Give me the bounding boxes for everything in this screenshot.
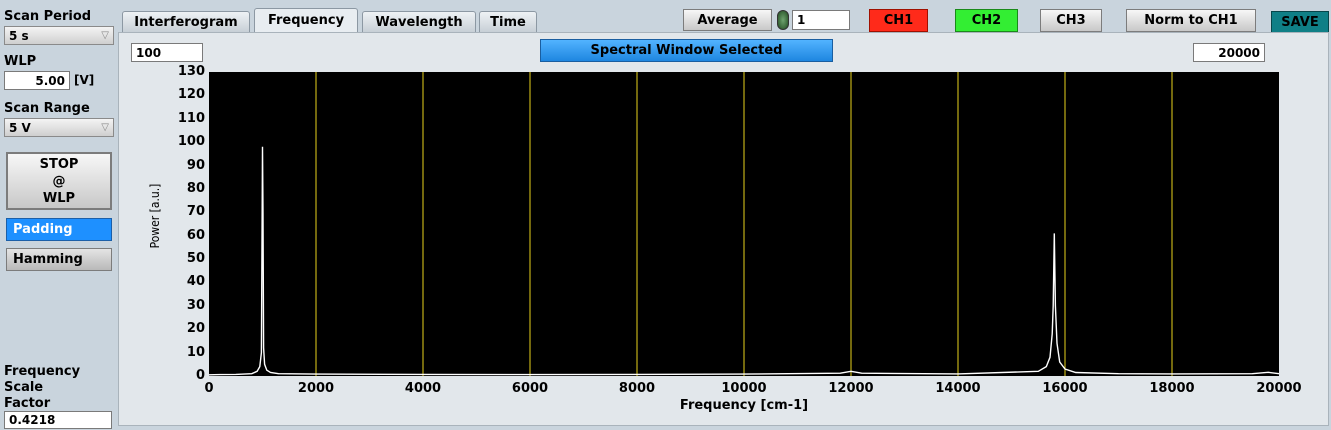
y-tick-label: 70 — [186, 204, 205, 220]
ch2-button[interactable]: CH2 — [955, 9, 1018, 32]
ch3-label: CH3 — [1056, 13, 1086, 28]
padding-label: Padding — [13, 222, 73, 237]
hamming-toggle[interactable]: Hamming — [6, 248, 112, 271]
scan-range-value: 5 V — [9, 120, 31, 135]
x-tick-label: 12000 — [828, 381, 874, 396]
wlp-button-label: WLP — [42, 190, 76, 206]
average-button[interactable]: Average — [683, 9, 772, 31]
x-tick-label: 20000 — [1256, 381, 1302, 396]
y-tick-label: 90 — [186, 157, 205, 173]
freq-scale-input[interactable]: 0.4218 — [4, 411, 112, 429]
average-label: Average — [697, 12, 758, 28]
y-tick-label: 20 — [186, 321, 205, 337]
range-max-input[interactable]: 20000 — [1193, 43, 1265, 62]
x-tick-label: 16000 — [1042, 381, 1088, 396]
scan-period-label: Scan Period — [4, 9, 92, 24]
ch3-button[interactable]: CH3 — [1040, 9, 1102, 32]
x-tick-label: 10000 — [721, 381, 767, 396]
dropdown-arrow-icon: ▽ — [101, 30, 109, 41]
y-tick-label: 30 — [186, 297, 205, 313]
norm-to-ch1-button[interactable]: Norm to CH1 — [1126, 9, 1256, 32]
x-tick-label: 8000 — [618, 381, 656, 396]
y-tick-label: 10 — [186, 344, 205, 360]
tab-time[interactable]: Time — [479, 11, 537, 32]
scan-period-value: 5 s — [9, 28, 29, 43]
y-tick-label: 50 — [186, 251, 205, 267]
freq-scale-value: 0.4218 — [9, 413, 56, 427]
tab-label: Interferogram — [134, 14, 238, 30]
hamming-label: Hamming — [13, 252, 83, 267]
range-min-value: 100 — [136, 45, 162, 60]
stop-label: STOP — [39, 156, 79, 172]
y-tick-label: 110 — [177, 110, 205, 126]
average-spinner-icon[interactable] — [777, 10, 789, 30]
y-tick-label: 130 — [177, 64, 205, 79]
tab-interferogram[interactable]: Interferogram — [122, 11, 250, 32]
range-min-input[interactable]: 100 — [131, 43, 203, 62]
at-label: @ — [52, 173, 66, 189]
y-tick-label: 80 — [186, 180, 205, 196]
spectral-window-label: Spectral Window Selected — [590, 43, 783, 58]
scan-period-dropdown[interactable]: 5 s ▽ — [4, 26, 114, 45]
norm-label: Norm to CH1 — [1144, 13, 1238, 28]
x-tick-label: 6000 — [511, 381, 549, 396]
grid-lines — [315, 72, 1173, 376]
scan-range-dropdown[interactable]: 5 V ▽ — [4, 118, 114, 137]
y-tick-label: 60 — [186, 227, 205, 243]
stop-at-wlp-button[interactable]: STOP @ WLP — [6, 152, 112, 210]
x-tick-label: 14000 — [935, 381, 981, 396]
save-button[interactable]: SAVE — [1271, 11, 1329, 33]
spectrum-chart — [209, 72, 1279, 376]
freq-scale-label-2: Scale — [4, 380, 44, 395]
x-axis-label: Frequency [cm-1] — [679, 398, 809, 413]
y-tick-label: 100 — [177, 134, 205, 150]
wlp-label: WLP — [4, 54, 37, 69]
plot-area — [209, 72, 1279, 376]
y-axis-label: Power [a.u.] — [148, 183, 162, 249]
ch2-label: CH2 — [971, 13, 1002, 28]
x-tick-label: 18000 — [1149, 381, 1195, 396]
wlp-input[interactable]: 5.00 — [4, 71, 70, 90]
y-tick-label: 40 — [186, 274, 205, 290]
tab-wavelength[interactable]: Wavelength — [362, 11, 476, 32]
freq-scale-label-1: Frequency — [4, 364, 81, 379]
wlp-value: 5.00 — [35, 73, 65, 88]
freq-scale-label-3: Factor — [4, 396, 51, 411]
wlp-unit: [V] — [74, 73, 95, 87]
save-label: SAVE — [1281, 14, 1319, 30]
x-tick-label: 4000 — [404, 381, 442, 396]
x-tick-label: 2000 — [297, 381, 335, 396]
spectral-window-banner[interactable]: Spectral Window Selected — [540, 39, 833, 62]
tab-label: Wavelength — [375, 14, 463, 30]
average-value: 1 — [797, 13, 806, 27]
ch1-label: CH1 — [883, 13, 914, 28]
dropdown-arrow-icon: ▽ — [101, 122, 109, 133]
padding-toggle[interactable]: Padding — [6, 218, 112, 241]
ch1-button[interactable]: CH1 — [869, 9, 928, 32]
tab-label: Time — [490, 14, 526, 30]
range-max-value: 20000 — [1218, 45, 1260, 60]
average-input[interactable]: 1 — [792, 10, 850, 30]
tab-label: Frequency — [267, 13, 345, 28]
tab-frequency[interactable]: Frequency — [254, 8, 358, 32]
scan-range-label: Scan Range — [4, 101, 90, 116]
y-tick-label: 120 — [177, 87, 205, 103]
x-tick-label: 0 — [204, 381, 214, 396]
